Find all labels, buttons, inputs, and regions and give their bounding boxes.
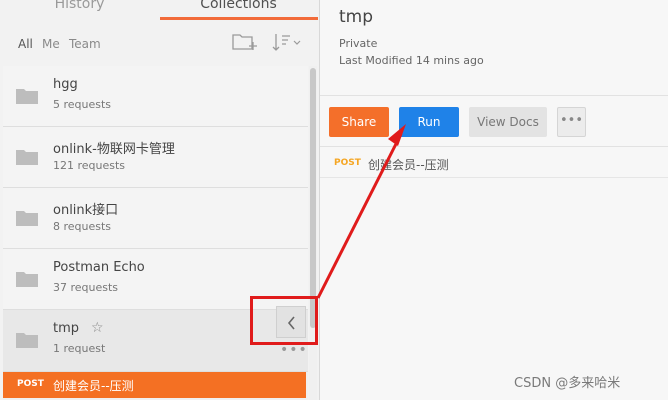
- scrollbar-thumb[interactable]: [310, 68, 316, 328]
- collection-item-hgg[interactable]: hgg 5 requests: [3, 66, 308, 127]
- collection-name: hgg: [53, 77, 78, 92]
- collection-name: tmp: [53, 321, 80, 336]
- sort-icon[interactable]: [272, 32, 302, 52]
- last-modified-label: Last Modified 14 mins ago: [339, 54, 484, 67]
- collection-count: 5 requests: [53, 98, 112, 111]
- more-actions-button[interactable]: •••: [557, 107, 586, 137]
- visibility-label: Private: [339, 37, 378, 50]
- collection-list: hgg 5 requests onlink-物联网卡管理 121 request…: [3, 66, 308, 400]
- request-name: 创建会员--压测: [53, 379, 134, 393]
- collection-item-onlink-api[interactable]: onlink接口 8 requests: [3, 188, 308, 249]
- sidebar-scrollbar[interactable]: [309, 66, 317, 400]
- folder-icon: [16, 211, 38, 226]
- filter-me[interactable]: Me: [42, 37, 60, 51]
- folder-icon: [16, 150, 38, 165]
- view-docs-button[interactable]: View Docs: [469, 107, 547, 137]
- divider: [320, 95, 668, 96]
- folder-icon: [16, 89, 38, 104]
- new-collection-icon[interactable]: [232, 33, 258, 51]
- collection-name: Postman Echo: [53, 260, 145, 275]
- collection-name: onlink接口: [53, 203, 119, 218]
- watermark: CSDN @多来哈米: [514, 376, 621, 391]
- filter-row: All Me Team: [0, 20, 318, 64]
- collection-count: 37 requests: [53, 281, 119, 294]
- filter-team[interactable]: Team: [69, 37, 101, 51]
- run-button[interactable]: Run: [399, 107, 459, 137]
- divider: [320, 146, 668, 147]
- collection-item-onlink-wulianwang[interactable]: onlink-物联网卡管理 121 requests: [3, 127, 308, 188]
- filter-all[interactable]: All: [18, 37, 33, 51]
- folder-icon: [16, 333, 38, 348]
- divider: [320, 177, 668, 178]
- collection-count: 1 request: [53, 342, 106, 355]
- star-icon[interactable]: ☆: [91, 320, 104, 336]
- annotation-highlight-box: [250, 296, 318, 345]
- tab-history[interactable]: History: [0, 0, 159, 20]
- request-method-badge: POST: [334, 158, 361, 168]
- request-method-badge: POST: [17, 379, 44, 389]
- collection-title: tmp: [339, 7, 374, 27]
- collection-count: 121 requests: [53, 159, 126, 172]
- request-item-create-member[interactable]: POST 创建会员--压测: [3, 372, 306, 398]
- collection-name: onlink-物联网卡管理: [53, 142, 175, 157]
- collection-count: 8 requests: [53, 220, 112, 233]
- request-name[interactable]: 创建会员--压测: [368, 156, 449, 173]
- folder-icon: [16, 272, 38, 287]
- collection-detail-panel: tmp Private Last Modified 14 mins ago Sh…: [320, 0, 668, 400]
- share-button[interactable]: Share: [329, 107, 389, 137]
